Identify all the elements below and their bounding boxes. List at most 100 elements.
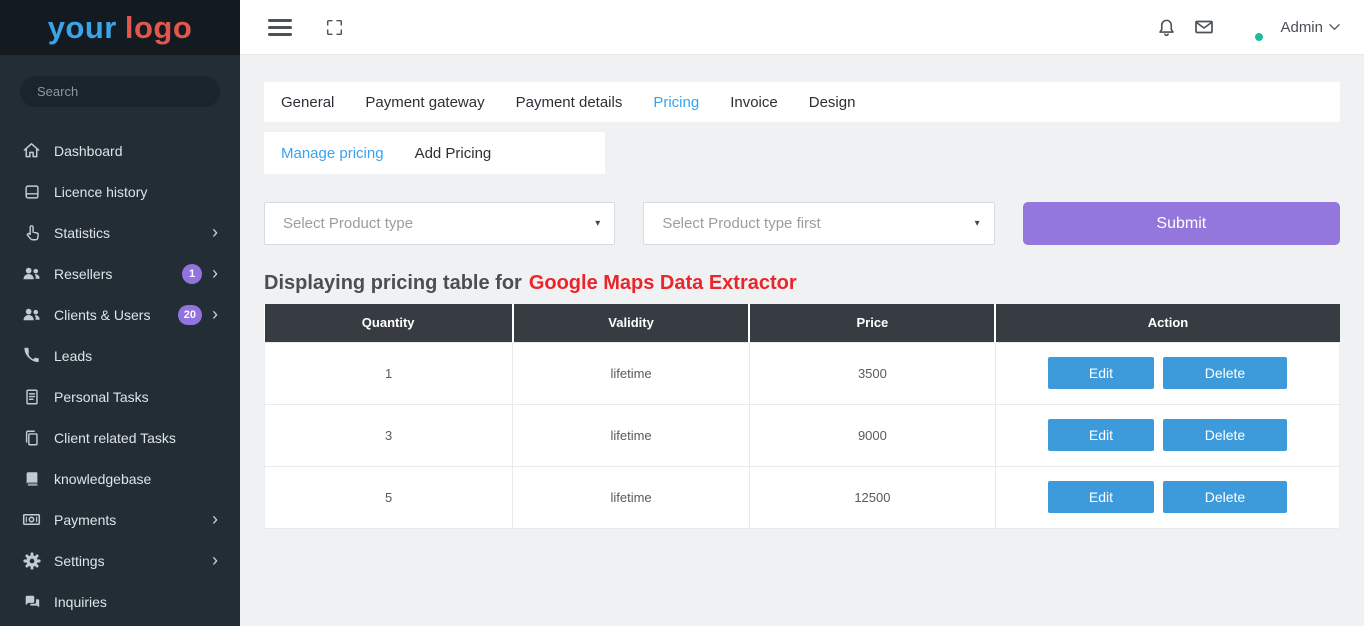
content: General Payment gateway Payment details … xyxy=(240,55,1364,529)
sidebar-item-label: Statistics xyxy=(54,225,110,241)
sidebar-item-label: Client related Tasks xyxy=(54,430,176,446)
column-header-quantity: Quantity xyxy=(265,304,513,342)
sidebar-item-personal-tasks[interactable]: Personal Tasks xyxy=(0,376,240,417)
cell-validity: lifetime xyxy=(513,466,750,528)
sidebar-search xyxy=(0,55,240,107)
chevron-down-icon xyxy=(1329,23,1340,31)
sidebar-item-inquiries[interactable]: Inquiries xyxy=(0,581,240,622)
logo[interactable]: yourlogo xyxy=(0,0,240,55)
tab-payment-details[interactable]: Payment details xyxy=(516,94,623,111)
sidebar-item-payments[interactable]: Payments › xyxy=(0,499,240,540)
product-type-select-value: Select Product type xyxy=(283,215,413,232)
settings-tabbar: General Payment gateway Payment details … xyxy=(264,82,1340,122)
search-input[interactable] xyxy=(20,76,220,107)
delete-button[interactable]: Delete xyxy=(1163,481,1287,513)
tab-design[interactable]: Design xyxy=(809,94,856,111)
delete-button[interactable]: Delete xyxy=(1163,357,1287,389)
main-area: Admin General Payment gateway Payment de… xyxy=(240,0,1364,626)
sidebar-item-label: Personal Tasks xyxy=(54,389,149,405)
heading-product-name: Google Maps Data Extractor xyxy=(529,272,797,294)
pricing-subtabbar: Manage pricing Add Pricing xyxy=(264,132,605,174)
sidebar-item-client-tasks[interactable]: Client related Tasks xyxy=(0,417,240,458)
clients-count-badge: 20 xyxy=(178,305,202,325)
sidebar-item-label: Licence history xyxy=(54,184,147,200)
subtab-manage-pricing[interactable]: Manage pricing xyxy=(281,145,384,162)
copy-icon xyxy=(22,428,41,447)
sidebar-item-label: Dashboard xyxy=(54,143,123,159)
chevron-right-icon: › xyxy=(212,510,218,528)
bell-icon[interactable] xyxy=(1157,18,1176,37)
brand-logo: yourlogo xyxy=(48,10,193,46)
edit-button[interactable]: Edit xyxy=(1048,481,1154,513)
phone-icon xyxy=(22,346,41,365)
topbar: Admin xyxy=(240,0,1364,55)
users-icon xyxy=(22,305,41,324)
logo-text-blue: your xyxy=(48,10,117,45)
sidebar-item-settings[interactable]: Settings › xyxy=(0,540,240,581)
table-row: 1 lifetime 3500 Edit Delete xyxy=(265,342,1340,404)
topbar-right: Admin xyxy=(1157,12,1340,42)
sidebar: yourlogo Dashboard Licence history Stati… xyxy=(0,0,240,626)
money-icon xyxy=(22,510,41,529)
chevron-right-icon: › xyxy=(212,305,218,323)
column-header-price: Price xyxy=(749,304,995,342)
select-arrow-icon: ▾ xyxy=(595,218,600,229)
tab-pricing[interactable]: Pricing xyxy=(653,94,699,111)
sidebar-item-dashboard[interactable]: Dashboard xyxy=(0,130,240,171)
pricing-filter-row: Select Product type ▾ Select Product typ… xyxy=(264,202,1340,245)
sidebar-item-label: Settings xyxy=(54,553,105,569)
cell-quantity: 1 xyxy=(265,342,513,404)
product-select[interactable]: Select Product type first ▾ xyxy=(643,202,994,245)
sidebar-item-label: Inquiries xyxy=(54,594,107,610)
chevron-right-icon: › xyxy=(212,223,218,241)
sidebar-item-resellers[interactable]: Resellers 1 › xyxy=(0,253,240,294)
table-row: 5 lifetime 12500 Edit Delete xyxy=(265,466,1340,528)
tab-payment-gateway[interactable]: Payment gateway xyxy=(365,94,484,111)
book-closed-icon xyxy=(22,469,41,488)
user-name: Admin xyxy=(1280,19,1323,36)
select-arrow-icon: ▾ xyxy=(975,218,980,229)
submit-button[interactable]: Submit xyxy=(1023,202,1340,245)
sidebar-item-label: Resellers xyxy=(54,266,112,282)
subtab-add-pricing[interactable]: Add Pricing xyxy=(415,145,492,162)
document-icon xyxy=(22,387,41,406)
logo-text-red: logo xyxy=(125,10,192,45)
book-icon xyxy=(22,182,41,201)
pricing-table-header-row: Quantity Validity Price Action xyxy=(265,304,1340,342)
users-icon xyxy=(22,264,41,283)
chat-icon xyxy=(22,592,41,611)
sidebar-item-leads[interactable]: Leads xyxy=(0,335,240,376)
table-row: 3 lifetime 9000 Edit Delete xyxy=(265,404,1340,466)
pricing-table: Quantity Validity Price Action 1 lifetim… xyxy=(264,304,1340,529)
column-header-action: Action xyxy=(995,304,1339,342)
sidebar-item-licence-history[interactable]: Licence history xyxy=(0,171,240,212)
sidebar-item-label: Leads xyxy=(54,348,92,364)
heading-prefix: Displaying pricing table for xyxy=(264,272,529,294)
delete-button[interactable]: Delete xyxy=(1163,419,1287,451)
app-window: yourlogo Dashboard Licence history Stati… xyxy=(0,0,1364,626)
mail-icon[interactable] xyxy=(1194,17,1214,37)
chevron-right-icon: › xyxy=(212,264,218,282)
tab-invoice[interactable]: Invoice xyxy=(730,94,778,111)
sidebar-item-clients-users[interactable]: Clients & Users 20 › xyxy=(0,294,240,335)
product-type-select[interactable]: Select Product type ▾ xyxy=(264,202,615,245)
edit-button[interactable]: Edit xyxy=(1048,419,1154,451)
user-menu[interactable]: Admin xyxy=(1280,19,1340,36)
avatar[interactable] xyxy=(1232,12,1262,42)
cell-actions: Edit Delete xyxy=(995,466,1339,528)
sidebar-item-knowledgebase[interactable]: knowledgebase xyxy=(0,458,240,499)
cell-price: 12500 xyxy=(749,466,995,528)
fullscreen-icon[interactable] xyxy=(326,19,343,36)
sidebar-item-statistics[interactable]: Statistics › xyxy=(0,212,240,253)
cell-validity: lifetime xyxy=(513,404,750,466)
gear-icon xyxy=(22,551,41,570)
column-header-validity: Validity xyxy=(513,304,750,342)
sidebar-item-label: Clients & Users xyxy=(54,307,150,323)
online-status-dot xyxy=(1254,32,1264,42)
sidebar-item-label: Payments xyxy=(54,512,116,528)
chevron-right-icon: › xyxy=(212,551,218,569)
edit-button[interactable]: Edit xyxy=(1048,357,1154,389)
resellers-count-badge: 1 xyxy=(182,264,202,284)
tab-general[interactable]: General xyxy=(281,94,334,111)
menu-icon[interactable] xyxy=(268,15,292,40)
